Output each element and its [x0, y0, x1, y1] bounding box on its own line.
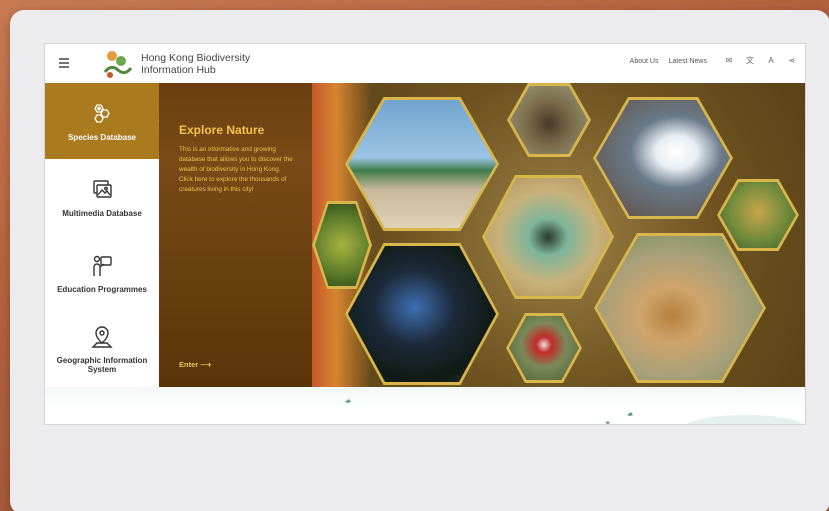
enter-label: Enter	[179, 360, 199, 369]
photo-turtle[interactable]	[507, 83, 591, 157]
mail-icon[interactable]: ✉	[724, 56, 734, 66]
photo-butterfly[interactable]	[482, 175, 614, 299]
enter-link[interactable]: Enter ⟶	[179, 360, 211, 369]
site-header: Hong Kong Biodiversity Information Hub A…	[45, 44, 805, 83]
font-size-icon[interactable]: A	[766, 56, 776, 66]
site-title[interactable]: Hong Kong Biodiversity Information Hub	[141, 52, 250, 76]
share-icon[interactable]: ⋖	[787, 56, 797, 66]
arrow-right-icon: ⟶	[200, 360, 212, 369]
photo-sea-slug[interactable]	[593, 97, 733, 219]
map-pin-icon	[91, 326, 113, 348]
latest-news-link[interactable]: Latest News	[668, 58, 707, 65]
menu-icon[interactable]	[59, 58, 69, 68]
explore-panel: Explore Nature This is an informative an…	[159, 83, 312, 387]
sidebar-item-label: Geographic Information System	[56, 356, 148, 374]
sidebar-item-education-programmes[interactable]: Education Programmes	[45, 235, 159, 311]
top-links: About Us Latest News	[630, 58, 707, 65]
species-photo-gallery	[312, 83, 805, 387]
translate-icon[interactable]: 文	[745, 56, 755, 66]
species-icon	[94, 103, 110, 123]
bottom-banner	[45, 387, 805, 424]
brand-line-2: Information Hub	[141, 64, 216, 76]
logo[interactable]	[101, 48, 135, 80]
photo-insect[interactable]	[717, 179, 799, 251]
multimedia-icon	[93, 179, 112, 198]
explore-description: This is an informative and growing datab…	[179, 146, 293, 193]
education-icon	[93, 255, 112, 276]
sidebar-item-geographic-information-system[interactable]: Geographic Information System	[45, 311, 159, 387]
photo-bird[interactable]	[506, 313, 582, 383]
website-screen: Hong Kong Biodiversity Information Hub A…	[44, 43, 806, 425]
about-us-link[interactable]: About Us	[630, 58, 659, 65]
sidebar-item-multimedia-database[interactable]: Multimedia Database	[45, 159, 159, 235]
sidebar-item-label: Multimedia Database	[62, 208, 142, 218]
header-tools: ✉ 文 A ⋖	[724, 56, 797, 66]
photo-mongoose[interactable]	[594, 233, 766, 383]
brand-line-1: Hong Kong Biodiversity	[141, 52, 251, 64]
sidebar-item-label: Education Programmes	[57, 284, 147, 294]
sidebar-item-species-database[interactable]: Species Database	[45, 83, 159, 159]
bird-silhouettes	[345, 399, 804, 424]
sidebar-nav: Species Database Multimedia Database Edu…	[45, 83, 167, 387]
sidebar-item-label: Species Database	[67, 132, 137, 142]
explore-title: Explore Nature	[179, 123, 265, 137]
